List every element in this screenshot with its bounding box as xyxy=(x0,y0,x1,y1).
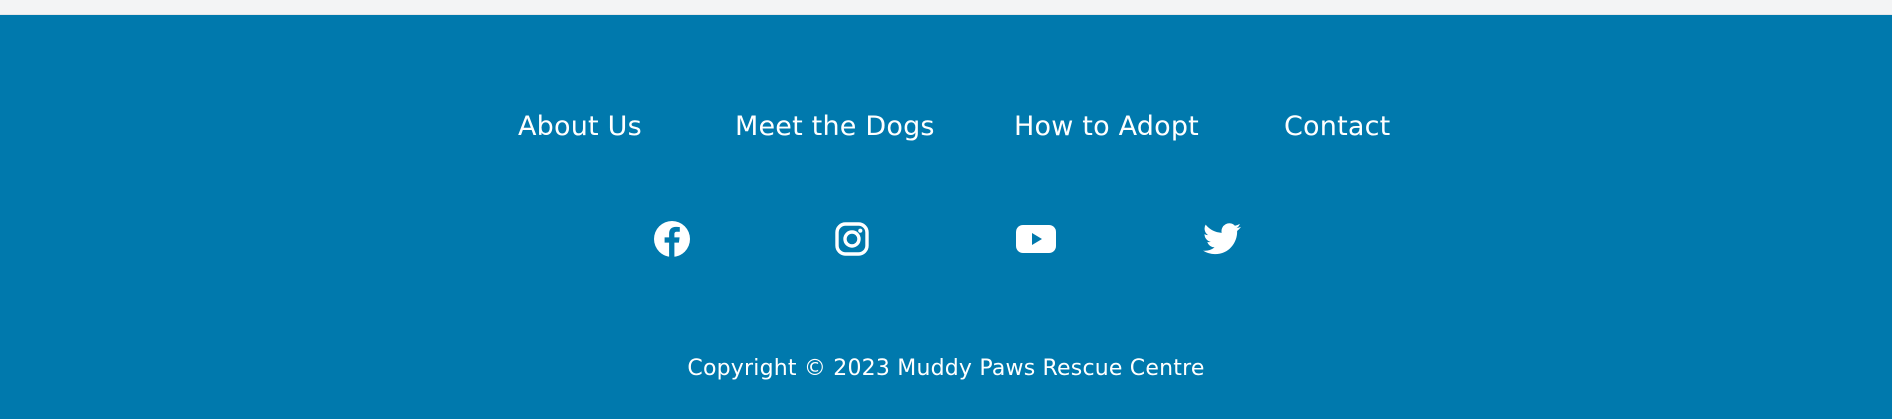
youtube-icon xyxy=(1016,225,1056,253)
page-content-edge xyxy=(0,0,1892,15)
social-links xyxy=(0,215,1892,263)
facebook-icon xyxy=(654,221,690,257)
footer-nav: About Us Meet the Dogs How to Adopt Cont… xyxy=(0,105,1892,149)
footer-link-meet-the-dogs[interactable]: Meet the Dogs xyxy=(735,105,935,149)
twitter-link[interactable] xyxy=(1198,215,1246,263)
footer-link-contact[interactable]: Contact xyxy=(1284,105,1390,149)
site-footer: About Us Meet the Dogs How to Adopt Cont… xyxy=(0,15,1892,419)
youtube-link[interactable] xyxy=(1012,215,1060,263)
instagram-link[interactable] xyxy=(828,215,876,263)
footer-link-about-us[interactable]: About Us xyxy=(518,105,642,149)
twitter-icon xyxy=(1203,223,1241,255)
footer-link-how-to-adopt[interactable]: How to Adopt xyxy=(1014,105,1199,149)
copyright-text: Copyright © 2023 Muddy Paws Rescue Centr… xyxy=(687,356,1205,381)
facebook-link[interactable] xyxy=(648,215,696,263)
instagram-icon xyxy=(835,222,869,256)
